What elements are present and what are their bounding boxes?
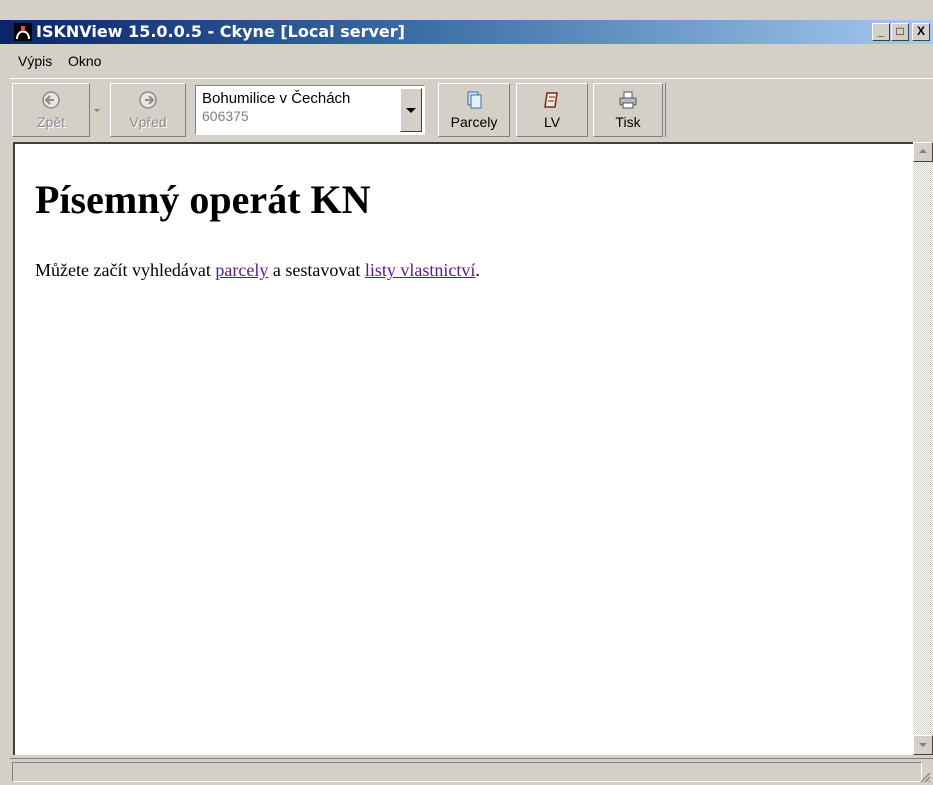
scroll-document-icon: [544, 92, 558, 108]
intro-text-middle: a sestavovat: [268, 260, 365, 280]
intro-text-start: Můžete začít vyhledávat: [35, 260, 216, 280]
forward-arrow-icon: [139, 91, 157, 109]
chevron-down-icon: [406, 108, 416, 113]
page-title: Písemný operát KN: [35, 177, 371, 222]
back-label: Zpět: [36, 114, 65, 130]
scroll-up-icon: [919, 149, 927, 153]
tisk-label: Tisk: [615, 114, 641, 130]
app-icon: [14, 23, 32, 41]
status-bar: [10, 758, 933, 785]
tisk-button[interactable]: Tisk: [593, 83, 663, 137]
printer-icon: [619, 91, 637, 109]
listy-vlastnictvi-link[interactable]: listy vlastnictví: [365, 260, 476, 280]
scroll-down-icon: [919, 743, 927, 747]
back-button[interactable]: Zpět: [12, 83, 90, 137]
status-panel: [12, 762, 922, 782]
parcely-label: Parcely: [450, 114, 498, 130]
back-arrow-icon: [42, 91, 60, 109]
scroll-up-button[interactable]: [913, 142, 933, 162]
documents-icon: [467, 91, 482, 109]
menu-bar: Výpis Okno: [0, 45, 933, 75]
back-history-dropdown[interactable]: [94, 109, 100, 112]
forward-button[interactable]: Vpřed: [110, 83, 186, 137]
menu-okno[interactable]: Okno: [68, 53, 101, 69]
window-title: ISKNView 15.0.0.5 - Ckyne [Local server]: [36, 22, 405, 41]
minimize-button[interactable]: _: [872, 23, 890, 41]
location-combobox[interactable]: Bohumilice v Čechách 606375: [195, 85, 425, 135]
content-pane: Písemný operát KN Můžete začít vyhledáva…: [13, 142, 913, 755]
maximize-button[interactable]: □: [891, 23, 909, 41]
lv-button[interactable]: LV: [516, 83, 588, 137]
scroll-down-button[interactable]: [913, 735, 933, 755]
vertical-scrollbar[interactable]: [913, 142, 933, 755]
lv-label: LV: [543, 114, 561, 130]
location-code: 606375: [202, 108, 249, 124]
application-window: ISKNView 15.0.0.5 - Ckyne [Local server]…: [0, 0, 933, 785]
close-button[interactable]: X: [912, 23, 930, 41]
location-name: Bohumilice v Čechách: [202, 90, 351, 107]
resize-grip-icon[interactable]: [919, 771, 931, 783]
location-dropdown-button[interactable]: [400, 88, 422, 132]
menu-vypis[interactable]: Výpis: [18, 53, 52, 69]
toolbar-separator: [665, 83, 666, 137]
intro-text: Můžete začít vyhledávat parcely a sestav…: [35, 260, 480, 281]
title-bar[interactable]: ISKNView 15.0.0.5 - Ckyne [Local server]…: [0, 20, 933, 44]
parcely-link[interactable]: parcely: [215, 260, 268, 280]
forward-label: Vpřed: [129, 114, 167, 130]
intro-text-end: .: [475, 260, 480, 280]
toolbar: Zpět Vpřed Bohumilice v Čechách 606375 P…: [10, 78, 933, 143]
parcely-button[interactable]: Parcely: [438, 83, 510, 137]
